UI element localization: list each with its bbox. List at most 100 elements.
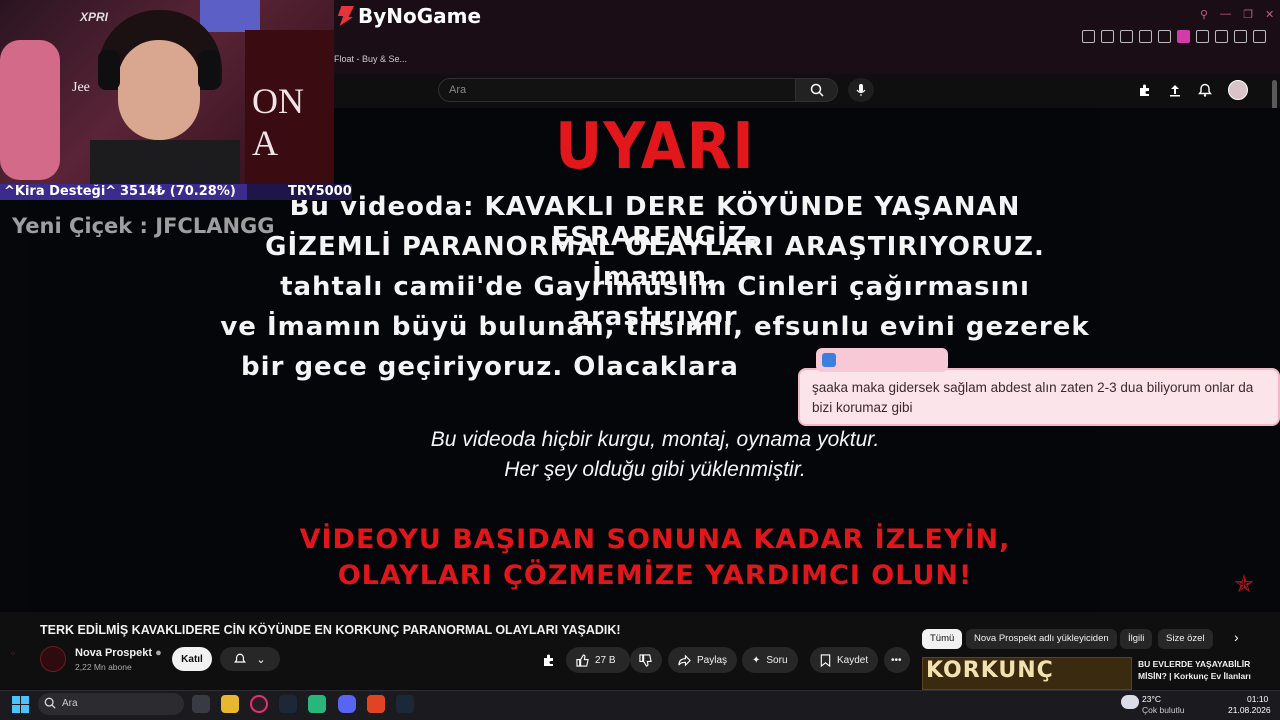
extension-puzzle-icon[interactable] — [1138, 83, 1152, 97]
share-button[interactable]: Paylaş — [668, 647, 738, 673]
close-icon[interactable]: ✕ — [1265, 8, 1274, 21]
weather-description[interactable]: Çok bulutlu — [1142, 705, 1185, 715]
profile-icon[interactable] — [1215, 30, 1228, 43]
share-icon — [678, 654, 691, 666]
join-button[interactable]: Katıl — [172, 647, 212, 671]
weather-cloud-icon — [1121, 695, 1139, 709]
side-decor: ⁘ — [10, 651, 16, 658]
poster-text: ON A — [252, 81, 304, 163]
save-label: Kaydet — [837, 654, 869, 666]
bookmark-tab[interactable]: Float - Buy & Se... — [334, 54, 407, 64]
download-icon[interactable] — [1234, 30, 1247, 43]
notification-bell-icon[interactable] — [1198, 83, 1212, 97]
user-avatar[interactable] — [1228, 80, 1248, 100]
clock-date[interactable]: 21.08.2026 — [1228, 705, 1271, 715]
screenshot-icon[interactable] — [1101, 30, 1114, 43]
chevron-down-icon: ⌄ — [256, 653, 266, 666]
gaming-chair — [0, 40, 60, 180]
thumbs-down-icon — [639, 653, 652, 667]
chip-for-you[interactable]: Size özel — [1158, 629, 1213, 649]
steam-icon[interactable] — [279, 695, 297, 713]
subscription-bell-button[interactable]: ⌄ — [220, 647, 280, 671]
mic-icon — [856, 84, 866, 96]
donation-goal: TRY5000 — [288, 184, 352, 199]
chip-all[interactable]: Tümü — [922, 629, 963, 649]
voice-search-button[interactable] — [848, 78, 874, 102]
upload-icon[interactable] — [1168, 83, 1182, 97]
search-button[interactable] — [796, 78, 838, 102]
webcam-overlay: ON A XPRI Jee — [0, 0, 334, 184]
site-logo[interactable]: ByNoGame — [336, 4, 481, 28]
verified-icon: ● — [155, 647, 162, 659]
heart-icon[interactable] — [1158, 30, 1171, 43]
chair-brand: XPRI — [80, 10, 109, 24]
menu-icon[interactable] — [1253, 30, 1266, 43]
windows-start-icon[interactable] — [12, 696, 29, 713]
minimize-icon[interactable]: — — [1220, 8, 1231, 21]
puzzle-icon[interactable] — [1196, 30, 1209, 43]
video-italic-line-1: Bu videoda hiçbir kurgu, montaj, oynama … — [430, 428, 880, 451]
pin-icon[interactable] — [1082, 30, 1095, 43]
app-icon[interactable] — [308, 695, 326, 713]
extension-icon[interactable] — [1177, 30, 1190, 43]
ask-button[interactable]: ✦ Soru — [742, 647, 798, 673]
sparkle-icon: ✦ — [752, 654, 761, 666]
thumbnail-text: KORKUNÇ — [926, 658, 1054, 683]
more-actions-button[interactable]: ••• — [884, 647, 910, 673]
donation-amount: 3514₺ (70.28%) — [120, 184, 236, 199]
pentagram-icon: ✯ — [1234, 571, 1255, 598]
extension-button[interactable] — [542, 647, 556, 673]
chat-username-badge — [816, 348, 948, 372]
streamer-shirt — [90, 140, 240, 184]
video-italic-line-2: Her şey olduğu gibi yüklenmiştir. — [504, 458, 806, 481]
chip-related[interactable]: İlgili — [1120, 629, 1153, 649]
opera-gx-icon[interactable] — [250, 695, 268, 713]
brave-icon[interactable] — [367, 695, 385, 713]
save-button[interactable]: Kaydet — [810, 647, 879, 673]
steam-icon-2[interactable] — [396, 695, 414, 713]
thumbs-up-icon — [576, 653, 589, 667]
clock-time[interactable]: 01:10 — [1247, 694, 1268, 704]
weather-temperature[interactable]: 23°C — [1142, 694, 1161, 704]
search-input[interactable]: Ara — [438, 78, 796, 102]
search-icon[interactable]: ⚲ — [1200, 8, 1208, 21]
window-controls: ⚲ — ❐ ✕ — [1200, 8, 1274, 21]
chair-label: Jee — [72, 80, 90, 95]
share-label: Paylaş — [697, 654, 728, 666]
donation-label: ^Kira Desteği^ — [4, 184, 117, 199]
extension-puzzle-icon — [544, 654, 553, 666]
logo-text: ByNoGame — [358, 4, 482, 28]
dislike-button[interactable] — [630, 647, 662, 673]
video-red-line-1: VİDEOYU BAŞIDAN SONUNA KADAR İZLEYİN, — [299, 524, 1011, 555]
bookmark-icon — [820, 653, 831, 667]
shield-icon[interactable] — [1120, 30, 1133, 43]
chat-message-text: şaaka maka gidersek sağlam abdest alın z… — [812, 380, 1254, 415]
more-icon: ••• — [891, 654, 902, 666]
subscriber-count: 2,22 Mn abone — [75, 662, 132, 672]
video-red-line-2: OLAYLARI ÇÖZMEMİZE YARDIMCI OLUN! — [337, 560, 973, 591]
maximize-icon[interactable]: ❐ — [1243, 8, 1253, 21]
channel-name[interactable]: Nova Prospekt ● — [75, 647, 162, 659]
task-view-icon[interactable] — [192, 695, 210, 713]
chevron-right-icon[interactable]: › — [1234, 629, 1239, 645]
chat-user-avatar — [822, 353, 836, 367]
ask-label: Soru — [766, 654, 788, 666]
streamer-face — [118, 40, 200, 140]
header-actions — [1138, 80, 1248, 100]
bynogame-logo-icon — [337, 6, 354, 26]
play-icon[interactable] — [1139, 30, 1152, 43]
recommended-video-title[interactable]: BU EVLERDE YAŞAYABİLİR MİSİN? | Korkunç … — [1138, 658, 1268, 682]
discord-icon[interactable] — [338, 695, 356, 713]
like-count: 27 B — [595, 654, 616, 666]
video-text-line-5: bir gece geçiriyoruz. Olacaklara — [241, 352, 739, 382]
chat-message-popup: şaaka maka gidersek sağlam abdest alın z… — [798, 368, 1280, 426]
channel-name-text: Nova Prospekt — [75, 647, 153, 659]
chip-uploader[interactable]: Nova Prospekt adlı yükleyiciden — [966, 629, 1117, 649]
video-title: TERK EDİLMİŞ KAVAKLIDERE CİN KÖYÜNDE EN … — [40, 623, 621, 637]
taskbar-search-input[interactable]: Ara — [38, 693, 184, 715]
file-explorer-icon[interactable] — [221, 695, 239, 713]
like-button[interactable]: 27 B — [566, 647, 630, 673]
background-box — [200, 0, 260, 32]
channel-avatar[interactable] — [40, 646, 66, 672]
new-follower-alert: Yeni Çiçek : JFCLANGG — [12, 214, 275, 238]
